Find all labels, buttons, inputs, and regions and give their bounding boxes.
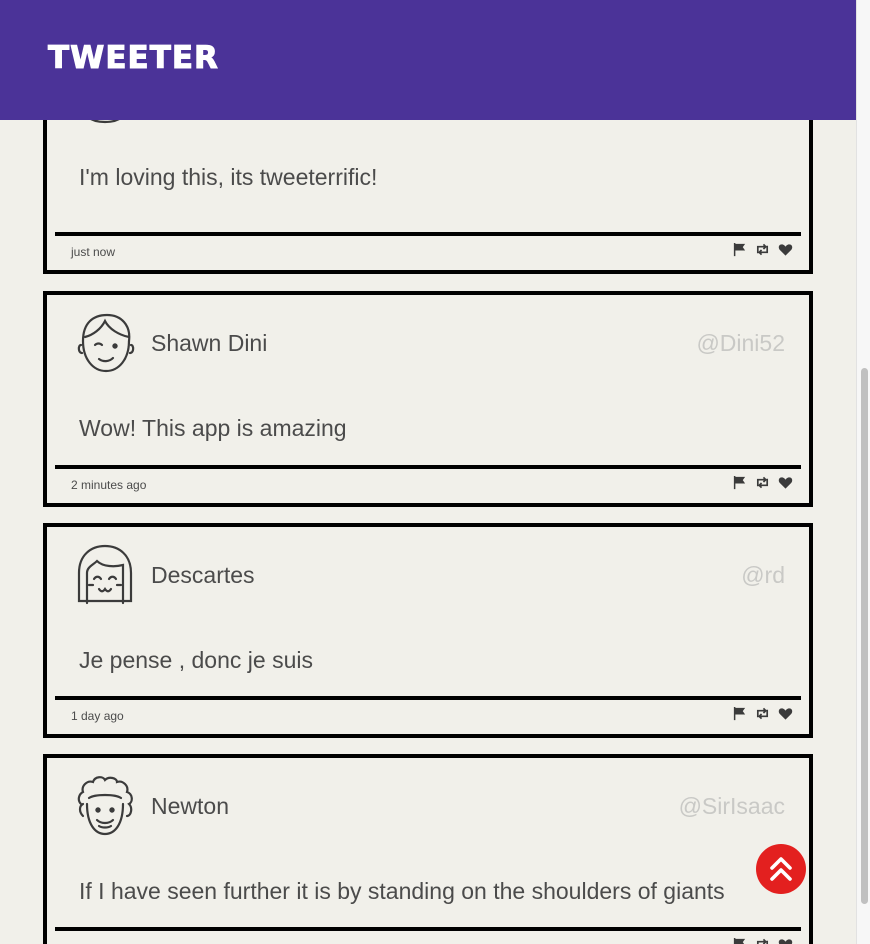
page: @ I'm loving this, its tweeterrific! jus…	[0, 0, 870, 944]
tweet: Shawn Dini @Dini52 Wow! This app is amaz…	[43, 291, 813, 507]
tweet-actions	[732, 242, 793, 257]
tweet-header: Newton @SirIsaac	[47, 758, 809, 858]
author-name: Shawn Dini	[151, 330, 268, 356]
curly-hair-man-icon	[75, 774, 135, 838]
retweet-icon[interactable]	[755, 475, 770, 490]
tweet-actions	[732, 937, 793, 944]
tweet-footer: 2 minutes ago	[55, 465, 801, 503]
author-name: Newton	[151, 793, 229, 819]
bob-hair-woman-icon	[75, 543, 135, 607]
tweet-timestamp: 2 minutes ago	[71, 478, 147, 492]
tweet-actions	[732, 475, 793, 490]
tweet-text: Je pense , donc je suis	[79, 647, 313, 673]
heart-icon[interactable]	[778, 706, 793, 721]
brand-logo[interactable]: TWEETER	[48, 40, 219, 77]
double-chevron-up-icon	[770, 857, 792, 881]
tweet-text: If I have seen further it is by standing…	[79, 878, 725, 904]
tweet: Descartes @rd Je pense , donc je suis 1 …	[43, 523, 813, 738]
heart-icon[interactable]	[778, 937, 793, 944]
tweet-header: Descartes @rd	[47, 527, 809, 627]
winking-man-icon	[75, 311, 135, 375]
tweet-text: I'm loving this, its tweeterrific!	[79, 164, 378, 190]
flag-icon[interactable]	[732, 706, 747, 721]
scrollbar[interactable]	[856, 0, 870, 944]
flag-icon[interactable]	[732, 937, 747, 944]
author-handle: @SirIsaac	[678, 793, 785, 819]
retweet-icon[interactable]	[755, 706, 770, 721]
flag-icon[interactable]	[732, 475, 747, 490]
tweet-header: Shawn Dini @Dini52	[47, 295, 809, 395]
author-handle: @Dini52	[696, 330, 785, 356]
flag-icon[interactable]	[732, 242, 747, 257]
tweet: Newton @SirIsaac If I have seen further …	[43, 754, 813, 944]
retweet-icon[interactable]	[755, 242, 770, 257]
tweet-timestamp: just now	[71, 245, 116, 259]
author-handle: @rd	[741, 562, 785, 588]
tweet-text: Wow! This app is amazing	[79, 415, 347, 441]
tweet-timestamp: 1 day ago	[71, 709, 124, 723]
tweet-footer: 1 day ago	[55, 696, 801, 734]
top-nav-bar: TWEETER	[0, 0, 856, 120]
heart-icon[interactable]	[778, 475, 793, 490]
retweet-icon[interactable]	[755, 937, 770, 944]
scrollbar-thumb[interactable]	[861, 368, 868, 904]
tweet-actions	[732, 706, 793, 721]
tweet-footer: just now	[55, 232, 801, 270]
back-to-top-button[interactable]	[756, 844, 806, 894]
heart-icon[interactable]	[778, 242, 793, 257]
tweet-footer	[55, 927, 801, 944]
author-name: Descartes	[151, 562, 255, 588]
